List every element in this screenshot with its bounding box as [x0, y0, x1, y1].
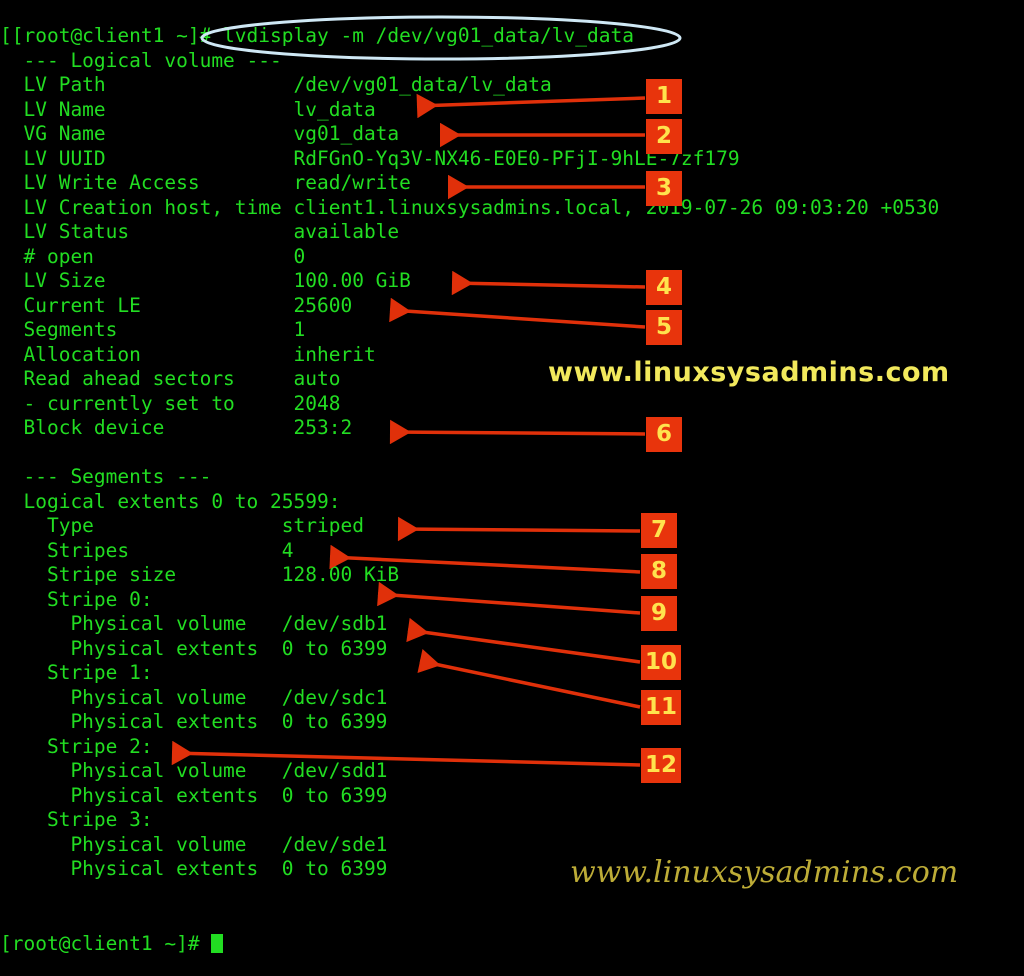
terminal-line-vg-name: VG Name vg01_data — [0, 122, 400, 145]
annotation-badge-8: 8 — [641, 554, 677, 589]
terminal-line-stripe0-pv: Physical volume /dev/sdb1 — [0, 612, 388, 635]
terminal-line-stripe2-pe: Physical extents 0 to 6399 — [0, 783, 388, 807]
terminal-line-lv-size: LV Size 100.00 GiB — [0, 269, 411, 292]
terminal-line-lv-name: LV Name lv_data — [0, 97, 376, 121]
terminal-cursor — [211, 934, 224, 953]
terminal-line-seg-stripes: Stripes 4 — [0, 538, 294, 562]
terminal-line-stripe0-header: Stripe 0: — [0, 587, 153, 611]
annotation-badge-12: 12 — [641, 748, 681, 783]
terminal-line-open: # open 0 — [0, 244, 306, 268]
terminal-final-prompt[interactable]: [root@client1 ~]# — [0, 932, 224, 957]
final-prompt-text: [root@client1 ~]# — [0, 932, 212, 955]
terminal-line-stripe0-pe: Physical extents 0 to 6399 — [0, 636, 388, 660]
terminal-line-lv-header: --- Logical volume --- — [0, 48, 282, 72]
annotation-badge-6: 6 — [646, 417, 682, 452]
terminal-line-segments-header: --- Segments --- — [0, 465, 212, 488]
annotation-badge-11: 11 — [641, 690, 681, 725]
terminal-line-lv-path: LV Path /dev/vg01_data/lv_data — [0, 73, 552, 96]
terminal-line-block-device: Block device 253:2 — [0, 416, 353, 439]
terminal-line-read-ahead: Read ahead sectors auto — [0, 367, 341, 390]
terminal-line-stripe2-header: Stripe 2: — [0, 734, 153, 758]
terminal-line-segments-count: Segments 1 — [0, 318, 306, 341]
terminal-line-stripe3-pv: Physical volume /dev/sde1 — [0, 832, 388, 856]
watermark-top: www.linuxsysadmins.com — [548, 357, 950, 388]
annotation-badge-4: 4 — [646, 270, 682, 305]
annotation-badge-2: 2 — [646, 119, 682, 154]
annotation-badge-7: 7 — [641, 513, 677, 548]
annotation-badge-1: 1 — [646, 79, 682, 114]
annotation-badge-9: 9 — [641, 596, 677, 631]
terminal-line-lv-creation: LV Creation host, time client1.linuxsysa… — [0, 195, 940, 219]
annotation-badge-5: 5 — [646, 310, 682, 345]
annotation-badge-3: 3 — [646, 171, 682, 206]
terminal-line-stripe3-header: Stripe 3: — [0, 808, 153, 831]
annotation-badge-10: 10 — [641, 645, 681, 680]
terminal-line-currently-set: - currently set to 2048 — [0, 391, 341, 415]
terminal-line-stripe3-pe: Physical extents 0 to 6399 — [0, 857, 388, 880]
terminal-line-stripe2-pv: Physical volume /dev/sdd1 — [0, 759, 388, 782]
terminal-line-logical-extents: Logical extents 0 to 25599: — [0, 489, 341, 513]
terminal-window[interactable]: [[root@client1 ~]# lvdisplay -m /dev/vg0… — [0, 0, 1024, 976]
terminal-line-stripe1-header: Stripe 1: — [0, 661, 153, 684]
terminal-line-lv-write: LV Write Access read/write — [0, 171, 411, 194]
terminal-line-lv-status: LV Status available — [0, 220, 400, 243]
terminal-line-stripe1-pe: Physical extents 0 to 6399 — [0, 710, 388, 733]
watermark-bottom: www.linuxsysadmins.com — [570, 855, 959, 890]
terminal-line-stripe1-pv: Physical volume /dev/sdc1 — [0, 685, 388, 709]
terminal-line-lv-uuid: LV UUID RdFGnO-Yq3V-NX46-E0E0-PFjI-9hLE-… — [0, 146, 740, 170]
terminal-line-seg-type: Type striped — [0, 514, 364, 537]
terminal-line-current-le: Current LE 25600 — [0, 293, 353, 317]
terminal-command-line: [[root@client1 ~]# lvdisplay -m /dev/vg0… — [0, 24, 634, 47]
terminal-line-allocation: Allocation inherit — [0, 342, 376, 366]
terminal-line-seg-stripe-size: Stripe size 128.00 KiB — [0, 563, 400, 586]
